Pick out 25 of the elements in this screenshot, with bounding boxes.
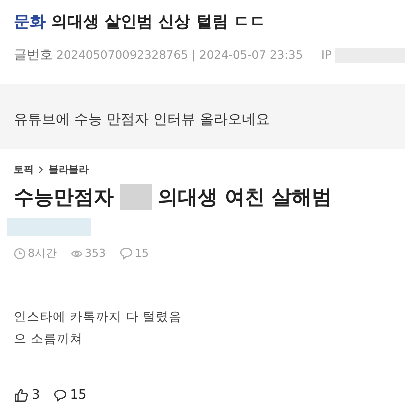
view-count: 353 <box>85 246 106 262</box>
speech-bubble-icon <box>54 389 68 402</box>
comment-count: 15 <box>135 246 149 262</box>
redacted-name <box>120 184 152 210</box>
embed-title: 의대생 여친 살해범 <box>158 184 332 210</box>
comment-count: 15 <box>70 387 87 405</box>
breadcrumb-link[interactable]: 블라블라 <box>48 164 89 176</box>
post-age: 8시간 <box>28 246 57 262</box>
clock-icon <box>14 248 26 260</box>
post-number-label: 글번호 <box>14 48 53 63</box>
embed-text-line: 인스타에 카톡까지 다 털렸음 <box>14 309 182 324</box>
post-title: 의대생 살인범 신상 털림 ㄷㄷ <box>52 12 266 31</box>
category-label: 문화 <box>14 12 46 31</box>
embed-title: 수능만점자 <box>14 184 114 210</box>
post-number: 202405070092328765 <box>56 48 188 62</box>
breadcrumb-link[interactable]: 토픽 <box>14 164 34 176</box>
embed-text-line: 으 소름끼쳐 <box>14 331 83 346</box>
post-date: 2024-05-07 23:35 <box>200 48 304 62</box>
thumbs-up-icon <box>14 388 29 404</box>
post-body-text: 유튜브에 수능 만점자 인터뷰 올라오네요 <box>14 112 270 128</box>
chevron-right-icon <box>37 166 46 174</box>
speech-bubble-icon <box>120 247 133 260</box>
ip-label: IP <box>321 48 332 62</box>
like-count: 3 <box>32 387 40 405</box>
meta-separator: | <box>192 48 196 62</box>
